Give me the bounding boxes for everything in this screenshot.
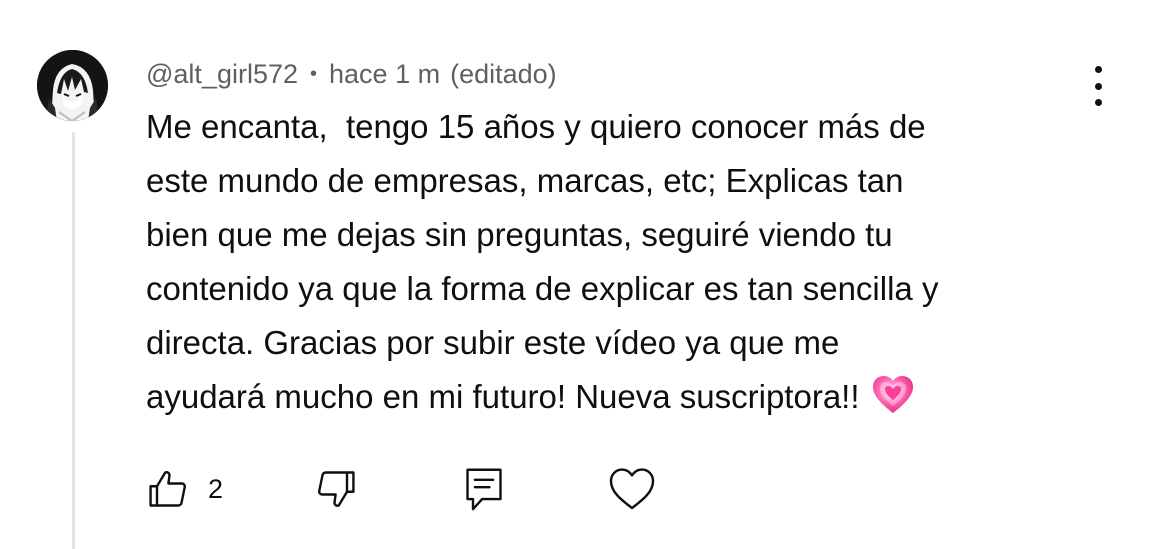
comment-text: Me encanta, tengo 15 años y quiero conoc…	[146, 100, 1086, 424]
anime-girl-avatar-icon	[37, 50, 108, 121]
author-name[interactable]: @alt_girl572	[146, 59, 298, 90]
comment-line-last: ayudará mucho en mi futuro! Nueva suscri…	[146, 370, 1086, 424]
comment-line: este mundo de empresas, marcas, etc; Exp…	[146, 162, 904, 199]
reply-comment-icon	[466, 468, 502, 511]
comment-line: bien que me dejas sin preguntas, seguiré…	[146, 216, 893, 253]
reply-button[interactable]	[462, 465, 506, 513]
comment-line: Me encanta, tengo 15 años y quiero conoc…	[146, 108, 926, 145]
like-button[interactable]: 2	[146, 465, 223, 513]
heart-button[interactable]	[608, 465, 656, 513]
vertical-dots-icon	[1094, 99, 1102, 106]
vertical-dots-icon	[1094, 66, 1102, 73]
thumbs-down-icon	[318, 471, 355, 507]
separator-dot: •	[310, 62, 318, 85]
edited-label: (editado)	[450, 58, 557, 89]
comment-line: contenido ya que la forma de explicar es…	[146, 270, 939, 307]
vertical-dots-icon	[1094, 82, 1102, 90]
comment-time[interactable]: hace 1 m	[329, 59, 440, 90]
avatar[interactable]	[37, 50, 108, 121]
thumbs-up-icon	[149, 471, 186, 507]
heart-icon	[609, 468, 655, 510]
comment-header: @alt_girl572 • hace 1 m (editado)	[146, 55, 557, 93]
comment-line: directa. Gracias por subir este vídeo ya…	[146, 324, 840, 361]
dislike-button[interactable]	[314, 465, 358, 513]
growing-heart-emoji-icon	[872, 376, 913, 414]
comment-last-text: ayudará mucho en mi futuro! Nueva suscri…	[146, 378, 860, 415]
like-count: 2	[208, 473, 224, 504]
thread-line	[72, 132, 75, 549]
